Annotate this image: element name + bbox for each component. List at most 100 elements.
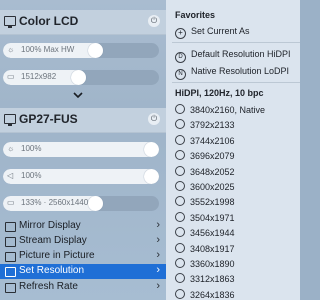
option-label: Native Resolution LoDPI bbox=[191, 66, 290, 76]
option-label: 3312x1863 bbox=[190, 274, 235, 285]
option-label: 3840x2160, Native bbox=[190, 105, 266, 115]
radio-icon bbox=[175, 119, 185, 130]
resolution-option[interactable]: 3648x2052 bbox=[175, 165, 235, 177]
separator bbox=[172, 42, 300, 43]
radio-icon bbox=[175, 196, 185, 207]
display-name: Color LCD bbox=[19, 14, 79, 28]
menu-item-mirror-display[interactable]: Mirror Display › bbox=[0, 219, 166, 234]
add-icon: + bbox=[175, 28, 186, 39]
slider-knob[interactable] bbox=[144, 169, 159, 184]
menu-item-refresh-rate[interactable]: Refresh Rate › bbox=[0, 280, 166, 295]
laptop-icon bbox=[4, 16, 16, 28]
option-label: 3552x1998 bbox=[190, 197, 235, 208]
radio-icon bbox=[175, 273, 185, 284]
resolution-option[interactable]: 3408x1917 bbox=[175, 242, 235, 254]
power-icon[interactable]: ⏻ bbox=[148, 113, 160, 125]
slider-knob[interactable] bbox=[88, 196, 103, 211]
option-label: Default Resolution HiDPI bbox=[191, 49, 291, 59]
resolution-option[interactable]: 3264x1836 bbox=[175, 288, 235, 300]
menu-item-label: Picture in Picture bbox=[19, 250, 95, 261]
menu-item-label: Mirror Display bbox=[19, 220, 81, 231]
radio-icon bbox=[175, 104, 185, 114]
resolution-option[interactable]: 3600x2025 bbox=[175, 181, 235, 192]
display-header-color-lcd: Color LCD ⏻ bbox=[0, 10, 166, 35]
resolution-option[interactable]: 3744x2106 bbox=[175, 134, 235, 146]
resolution-option[interactable]: 3360x1890 bbox=[175, 258, 235, 269]
option-label: 3744x2106 bbox=[190, 135, 235, 146]
option-label: 3648x2052 bbox=[190, 166, 235, 177]
menu-item-label: Stream Display bbox=[19, 235, 87, 246]
resolution-option[interactable]: 3696x2079 bbox=[175, 150, 235, 161]
menu-item-label: Refresh Rate bbox=[19, 281, 78, 292]
option-label: 3600x2025 bbox=[190, 182, 235, 192]
chevron-right-icon: › bbox=[156, 249, 160, 261]
display-header-gp27-fus: GP27-FUS ⏻ bbox=[0, 108, 166, 133]
mirror-icon bbox=[5, 222, 16, 232]
option-label: 3696x2079 bbox=[190, 151, 235, 162]
menu-item-label: Set Resolution bbox=[19, 265, 85, 276]
resolution-submenu: Favorites + Set Current As D Default Resol… bbox=[166, 0, 300, 300]
hidpi-heading: HiDPI, 120Hz, 10 bpc bbox=[175, 88, 264, 98]
brightness-slider[interactable]: ☼ 100% bbox=[3, 142, 159, 157]
slider-knob[interactable] bbox=[71, 70, 86, 85]
radio-icon bbox=[175, 288, 185, 299]
display-name: GP27-FUS bbox=[19, 112, 78, 126]
refresh-icon bbox=[5, 283, 16, 293]
display-controls-panel: Color LCD ⏻ ☼ 100% Max HW ▭ 1512x982 GP2… bbox=[0, 0, 166, 300]
pip-icon bbox=[5, 252, 16, 262]
brightness-slider[interactable]: ☼ 100% Max HW bbox=[3, 43, 159, 58]
option-label: 3360x1890 bbox=[190, 259, 235, 269]
favorites-heading: Favorites bbox=[175, 10, 216, 20]
slider-label: 1512x982 bbox=[21, 72, 57, 81]
slider-label: 100% Max HW bbox=[21, 45, 75, 54]
separator bbox=[172, 82, 300, 83]
resolution-option[interactable]: 3456x1944 bbox=[175, 227, 235, 238]
resolution-option[interactable]: 3504x1971 bbox=[175, 211, 235, 223]
slider-label: 133% · 2560x1440 bbox=[21, 198, 89, 207]
radio-icon bbox=[175, 150, 185, 161]
chevron-right-icon: › bbox=[156, 280, 160, 292]
chevron-right-icon: › bbox=[156, 219, 160, 231]
resolution-option[interactable]: 3552x1998 bbox=[175, 196, 235, 207]
option-label: 3456x1944 bbox=[190, 228, 235, 239]
radio-icon bbox=[175, 134, 185, 145]
slider-label: 100% bbox=[21, 144, 42, 153]
resolution-slider[interactable]: ▭ 1512x982 bbox=[3, 70, 159, 85]
slider-knob[interactable] bbox=[88, 43, 103, 58]
resolution-option[interactable]: 3312x1863 bbox=[175, 273, 235, 284]
resolution-option[interactable]: 3792x2133 bbox=[175, 119, 235, 130]
radio-icon bbox=[175, 181, 185, 191]
speaker-icon: ◁ bbox=[7, 171, 14, 180]
option-label: 3504x1971 bbox=[190, 212, 235, 223]
menu-item-picture-in-picture[interactable]: Picture in Picture › bbox=[0, 249, 166, 264]
favorite-set-current[interactable]: + Set Current As bbox=[175, 26, 250, 39]
n-badge-icon: N bbox=[175, 69, 186, 80]
option-label: 3792x2133 bbox=[190, 120, 235, 131]
radio-icon bbox=[175, 242, 185, 253]
resolution-icon bbox=[5, 267, 16, 277]
radio-icon bbox=[175, 165, 185, 176]
option-label: 3408x1917 bbox=[190, 243, 235, 254]
favorite-default-hidpi[interactable]: D Default Resolution HiDPI bbox=[175, 49, 291, 63]
menu-item-stream-display[interactable]: Stream Display › bbox=[0, 234, 166, 249]
stream-icon bbox=[5, 237, 16, 247]
chevron-right-icon: › bbox=[156, 264, 160, 276]
brightness-icon: ☼ bbox=[7, 144, 15, 153]
favorite-native-lodpi[interactable]: N Native Resolution LoDPI bbox=[175, 66, 289, 80]
chevron-down-icon[interactable] bbox=[73, 92, 83, 98]
slider-knob[interactable] bbox=[144, 142, 159, 157]
volume-slider[interactable]: ◁ 100% bbox=[3, 169, 159, 184]
option-label: 3264x1836 bbox=[190, 289, 235, 300]
brightness-icon: ☼ bbox=[7, 45, 15, 54]
resolution-slider[interactable]: ▭ 133% · 2560x1440 bbox=[3, 196, 159, 211]
menu-item-set-resolution[interactable]: Set Resolution › bbox=[0, 264, 166, 279]
power-icon[interactable]: ⏻ bbox=[148, 15, 160, 27]
option-label: Set Current As bbox=[191, 26, 250, 36]
radio-icon bbox=[175, 258, 185, 268]
chevron-right-icon: › bbox=[156, 234, 160, 246]
monitor-icon bbox=[4, 114, 16, 126]
resolution-option[interactable]: 3840x2160, Native bbox=[175, 104, 265, 115]
display-icon: ▭ bbox=[7, 198, 15, 207]
display-icon: ▭ bbox=[7, 72, 15, 81]
radio-icon bbox=[175, 227, 185, 238]
